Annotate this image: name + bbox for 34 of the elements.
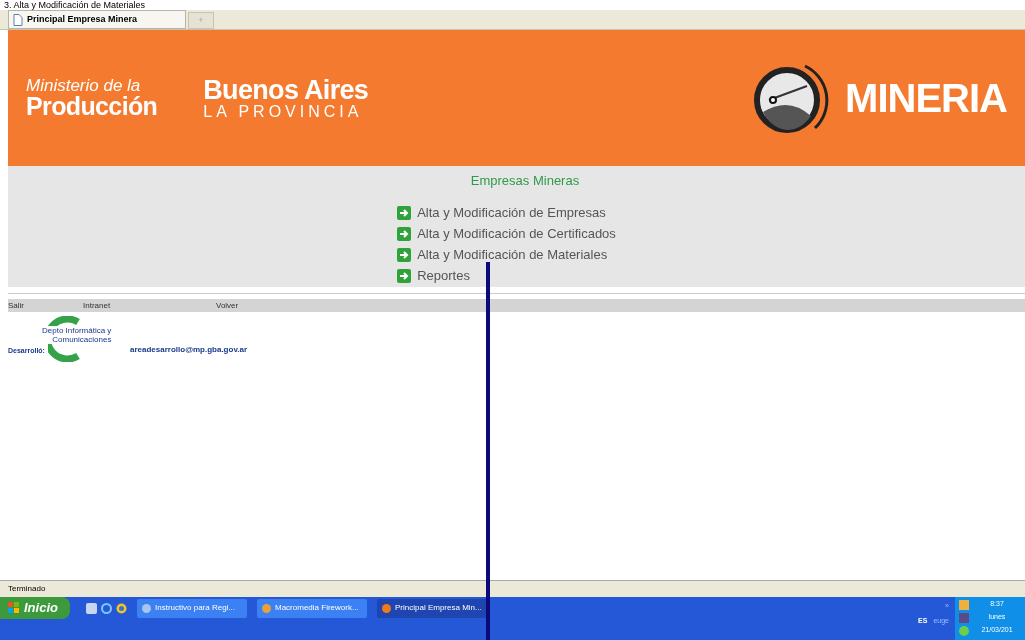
page-icon <box>13 13 23 26</box>
task-button[interactable]: Principal Empresa Min... <box>377 598 487 618</box>
ministry-title: Producción <box>26 94 158 119</box>
task-button[interactable]: Instructivo para Regi... <box>137 598 247 618</box>
menu-link[interactable]: Alta y Modificación de Certificados <box>397 225 616 242</box>
menu-link[interactable]: Alta y Modificación de Empresas <box>397 204 616 221</box>
province-subtitle: LA PROVINCIA <box>203 103 364 120</box>
menu-title: Empresas Mineras <box>470 172 580 190</box>
app-icon <box>142 603 151 613</box>
app-icon <box>262 603 271 613</box>
ministry-subtitle: Ministerio de la <box>26 77 142 94</box>
brand-title: MINERIA <box>845 75 1007 122</box>
start-button[interactable]: Inicio <box>0 597 70 619</box>
arrow-right-icon <box>397 226 412 241</box>
province-title: Buenos Aires <box>203 76 369 104</box>
arrow-right-icon <box>397 268 412 283</box>
slide-title: 3. Alta y Modificación de Materiales <box>3 1 146 10</box>
menu-link[interactable]: Reportes <box>397 267 616 284</box>
arrow-right-icon <box>397 247 412 262</box>
arrow-right-icon <box>397 205 412 220</box>
status-bar: Terminado <box>0 580 1025 597</box>
windows-flag-icon <box>8 602 20 614</box>
browser-tab[interactable]: Principal Empresa Minera <box>8 10 186 29</box>
logo-text: Comunicaciones <box>52 335 112 344</box>
menu-link[interactable]: Alta y Modificación de Materiales <box>397 246 616 263</box>
app-icon <box>382 603 391 613</box>
logo-text: Depto Informática y <box>42 326 112 335</box>
task-button[interactable]: Macromedia Firework... <box>257 598 367 618</box>
nav-link[interactable]: Salir <box>8 299 83 312</box>
nav-link[interactable]: Intranet <box>83 299 216 312</box>
nav-link[interactable]: Volver <box>216 299 349 312</box>
email-link[interactable]: areadesarrollo@mp.gba.gov.ar <box>130 344 248 356</box>
desktop-icon[interactable] <box>86 602 97 614</box>
browser-icon[interactable] <box>101 602 112 614</box>
